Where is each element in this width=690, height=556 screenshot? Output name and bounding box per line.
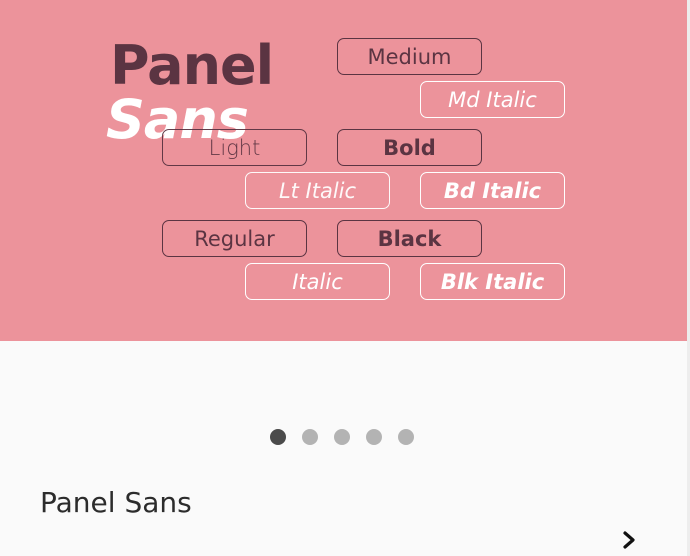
font-preview-banner: Panel Sans Medium Md Italic Light Bold L…	[0, 0, 687, 341]
weight-pill-bd-italic: Bd Italic	[420, 172, 565, 209]
carousel-dot-5[interactable]	[398, 429, 414, 445]
weight-pill-regular: Regular	[162, 220, 307, 257]
carousel-dot-3[interactable]	[334, 429, 350, 445]
weight-pill-black: Black	[337, 220, 482, 257]
weight-pill-medium: Medium	[337, 38, 482, 75]
weight-pill-bold: Bold	[337, 129, 482, 166]
carousel-dot-2[interactable]	[302, 429, 318, 445]
weight-pill-italic: Italic	[245, 263, 390, 300]
chevron-right-icon[interactable]	[621, 530, 637, 550]
weight-pill-light: Light	[162, 129, 307, 166]
carousel-dot-4[interactable]	[366, 429, 382, 445]
carousel-dot-1[interactable]	[270, 429, 286, 445]
weight-pill-lt-italic: Lt Italic	[245, 172, 390, 209]
carousel-pagination	[270, 429, 414, 445]
font-family-title[interactable]: Panel Sans	[40, 486, 192, 519]
weight-pill-blk-italic: Blk Italic	[420, 263, 565, 300]
logo-line-1: Panel	[110, 34, 274, 97]
weight-pill-md-italic: Md Italic	[420, 81, 565, 118]
